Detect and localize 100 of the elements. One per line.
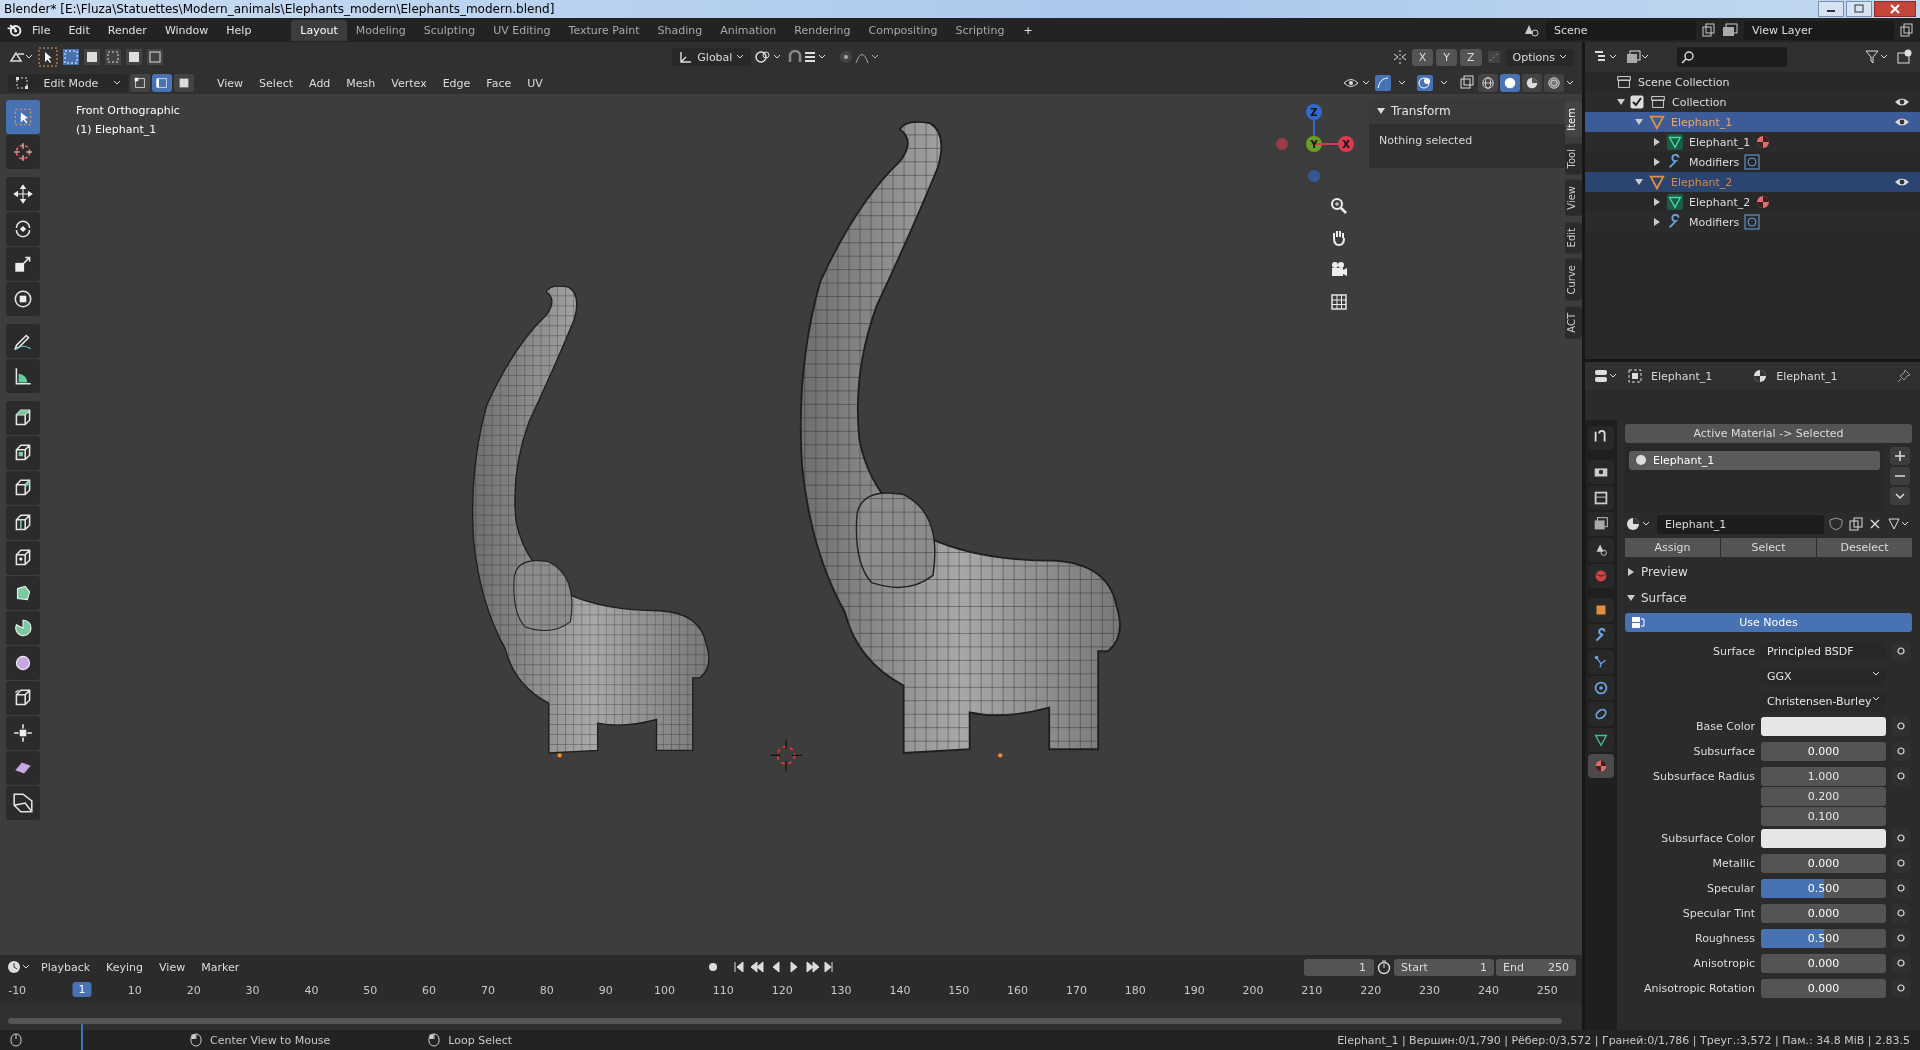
workspace-tab[interactable]: Animation xyxy=(711,19,786,41)
menu-item[interactable]: Add xyxy=(302,74,338,92)
material-field[interactable]: Elephant_1 xyxy=(1657,514,1824,534)
shader-field[interactable]: Principled BSDF xyxy=(1761,641,1886,661)
workspace-tab[interactable]: Layout xyxy=(291,19,347,41)
menu-item[interactable]: Marker xyxy=(194,958,247,976)
dropdown[interactable]: Christensen-Burley xyxy=(1761,691,1886,711)
menu-item[interactable]: File xyxy=(24,20,59,40)
tool-button[interactable] xyxy=(6,646,40,680)
color-swatch[interactable] xyxy=(1761,828,1886,848)
axis-toggle[interactable]: X xyxy=(1411,48,1434,66)
sidebar-tab[interactable]: ACT xyxy=(1565,306,1582,339)
sidebar-tab[interactable]: Tool xyxy=(1565,142,1582,175)
tool-button[interactable] xyxy=(6,681,40,715)
panel-header[interactable]: Surface xyxy=(1625,586,1912,609)
menu-item[interactable]: Edit xyxy=(60,20,98,40)
shading-button[interactable] xyxy=(1544,74,1564,92)
properties-tab[interactable] xyxy=(1588,537,1614,562)
menu-item[interactable]: Playback xyxy=(34,958,98,976)
menu-item[interactable]: View xyxy=(152,958,193,976)
properties-tab[interactable] xyxy=(1588,425,1614,450)
use-nodes-button[interactable]: Use Nodes xyxy=(1625,612,1912,632)
workspace-tab[interactable]: Scripting xyxy=(946,19,1014,41)
tool-button[interactable] xyxy=(6,359,40,393)
workspace-tab[interactable]: UV Editing xyxy=(484,19,560,41)
tool-button[interactable] xyxy=(6,177,40,211)
workspace-tab[interactable]: Texture Paint xyxy=(559,19,649,41)
start-frame-field[interactable]: Start 1 xyxy=(1394,958,1494,976)
scene-field[interactable]: Scene xyxy=(1546,20,1696,40)
navigation-gizmo[interactable]: Z Y X xyxy=(1269,100,1361,190)
properties-tab[interactable] xyxy=(1588,727,1614,752)
menu-item[interactable]: Render xyxy=(99,20,155,40)
slider-field[interactable]: 0.000 xyxy=(1761,978,1886,998)
tool-button[interactable] xyxy=(6,212,40,246)
tool-button[interactable] xyxy=(6,751,40,785)
slider-field[interactable]: 0.000 xyxy=(1761,903,1886,923)
zoom-icon[interactable] xyxy=(1329,196,1349,216)
slider-field[interactable]: 0.000 xyxy=(1761,953,1886,973)
grid-icon[interactable] xyxy=(1329,292,1349,312)
color-swatch[interactable] xyxy=(1761,716,1886,736)
workspace-tab[interactable]: Rendering xyxy=(785,19,860,41)
slider-field[interactable]: 0.500 xyxy=(1761,878,1886,898)
menu-item[interactable]: UV xyxy=(520,74,550,92)
sidebar-tab[interactable]: View xyxy=(1565,180,1582,216)
add-workspace-button[interactable]: + xyxy=(1015,20,1041,40)
dropdown[interactable]: GGX xyxy=(1761,666,1886,686)
search-field[interactable] xyxy=(1677,47,1787,67)
tool-button[interactable] xyxy=(6,576,40,610)
properties-tab[interactable] xyxy=(1588,511,1614,536)
tool-button[interactable] xyxy=(6,247,40,281)
slot-action-button[interactable] xyxy=(1890,446,1910,465)
axis-dot[interactable] xyxy=(1308,170,1320,182)
menu-item[interactable]: Help xyxy=(218,20,260,40)
view-layer-field[interactable]: View Layer xyxy=(1744,20,1894,40)
axis-toggle[interactable]: Z xyxy=(1460,48,1482,66)
tool-button[interactable] xyxy=(6,471,40,505)
outliner-item[interactable]: Modifiers xyxy=(1689,155,1740,169)
sidebar-tab[interactable]: Edit xyxy=(1565,221,1582,254)
slot-button[interactable]: Deselect xyxy=(1817,537,1912,557)
options-dropdown[interactable]: Options xyxy=(1505,48,1574,66)
mode-dropdown[interactable]: Edit Mode xyxy=(8,74,128,92)
shading-button[interactable] xyxy=(1500,74,1520,92)
workspace-tab[interactable]: Compositing xyxy=(859,19,947,41)
number-field[interactable]: 0.200 xyxy=(1761,786,1886,806)
menu-item[interactable]: Face xyxy=(479,74,519,92)
tool-button[interactable] xyxy=(6,282,40,316)
material-slot[interactable]: Elephant_1 xyxy=(1629,450,1880,470)
select-mode-button[interactable] xyxy=(152,74,172,92)
panel-header[interactable]: Preview xyxy=(1625,560,1912,583)
slot-action-button[interactable] xyxy=(1890,486,1910,505)
properties-tab[interactable] xyxy=(1588,753,1614,778)
menu-item[interactable]: View xyxy=(210,74,251,92)
tool-button[interactable] xyxy=(6,324,40,358)
current-frame-field[interactable]: 1 xyxy=(1304,958,1374,976)
shading-button[interactable] xyxy=(1478,74,1498,92)
end-frame-field[interactable]: End 250 xyxy=(1496,958,1576,976)
tool-button[interactable] xyxy=(6,611,40,645)
orientation-dropdown[interactable]: Global xyxy=(672,48,752,66)
workspace-tab[interactable]: Modeling xyxy=(346,19,415,41)
select-mode-button[interactable] xyxy=(174,74,194,92)
sidebar-tab[interactable]: Curve xyxy=(1565,259,1582,301)
sidebar-tab[interactable]: Item xyxy=(1565,102,1582,137)
number-field[interactable]: 0.100 xyxy=(1761,806,1886,826)
slider-field[interactable]: 0.000 xyxy=(1761,741,1886,761)
outliner-item[interactable]: Modifiers xyxy=(1689,215,1740,229)
menu-item[interactable]: Mesh xyxy=(339,74,383,92)
workspace-tab[interactable]: Sculpting xyxy=(414,19,485,41)
tool-button[interactable] xyxy=(6,506,40,540)
axis-toggle[interactable]: Y xyxy=(1436,48,1457,66)
outliner-item[interactable]: Collection xyxy=(1672,95,1727,109)
slot-action-button[interactable] xyxy=(1890,466,1910,485)
properties-tab[interactable] xyxy=(1588,675,1614,700)
tool-button[interactable] xyxy=(6,401,40,435)
menu-item[interactable]: Window xyxy=(156,20,217,40)
slot-button[interactable]: Assign xyxy=(1625,537,1720,557)
copy-material-button[interactable]: Active Material -> Selected xyxy=(1625,423,1912,443)
menu-item[interactable]: Vertex xyxy=(384,74,434,92)
outliner-item[interactable]: Elephant_2 xyxy=(1689,195,1751,209)
properties-tab[interactable] xyxy=(1588,701,1614,726)
slider-field[interactable]: 0.500 xyxy=(1761,928,1886,948)
